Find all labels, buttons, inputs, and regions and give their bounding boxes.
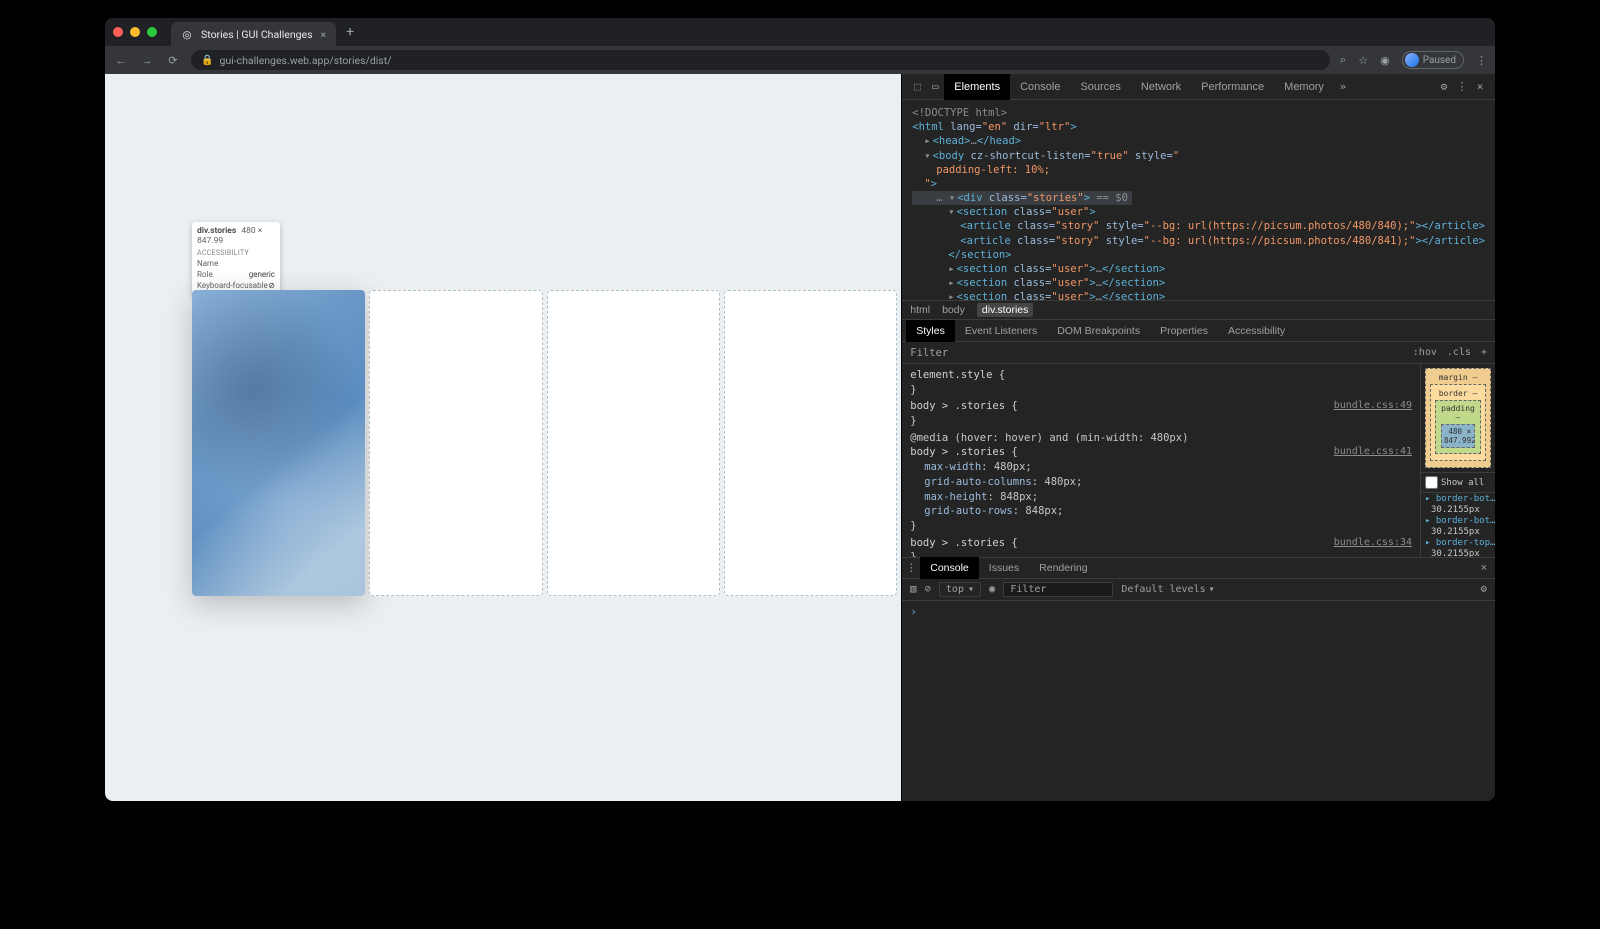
drawer-tabs: ⋮ Console Issues Rendering ×	[902, 557, 1495, 579]
computed-panel: margin – border – padding – 480 × 847.99…	[1420, 364, 1495, 557]
profile-status: Paused	[1423, 55, 1456, 66]
drawer-tab-console[interactable]: Console	[920, 557, 979, 579]
settings-icon[interactable]: ⚙	[1435, 80, 1453, 93]
forward-button[interactable]: →	[139, 54, 155, 67]
dom-breadcrumb: html body div.stories	[902, 300, 1495, 320]
clear-console-icon[interactable]: ⊘	[925, 583, 931, 595]
styles-body: element.style {}body > .stories {bundle.…	[902, 364, 1495, 557]
menu-icon[interactable]: ⋮	[1476, 54, 1487, 67]
close-drawer-icon[interactable]: ×	[1473, 562, 1495, 574]
console-prompt-icon: ›	[910, 605, 917, 618]
more-tabs-icon[interactable]: »	[1334, 80, 1352, 93]
dom-line: padding-left: 10%;	[936, 164, 1050, 176]
browser-tab[interactable]: ◎ Stories | GUI Challenges ×	[171, 22, 336, 46]
devtools-panel: ⬚ ▭ Elements Console Sources Network Per…	[902, 74, 1495, 801]
console-sidebar-toggle-icon[interactable]: ▥	[910, 583, 916, 595]
profile-chip[interactable]: Paused	[1402, 51, 1464, 69]
lock-icon: 🔒	[201, 55, 213, 66]
tab-title: Stories | GUI Challenges	[201, 28, 313, 41]
dom-line: <!DOCTYPE html>	[912, 106, 1485, 120]
tab-network[interactable]: Network	[1131, 74, 1191, 100]
drawer-menu-icon[interactable]: ⋮	[902, 557, 920, 579]
url-text: gui-challenges.web.app/stories/dist/	[219, 54, 391, 67]
page-viewport: div.stories 480 × 847.99 ACCESSIBILITY N…	[105, 74, 902, 801]
close-tab-icon[interactable]: ×	[321, 28, 327, 41]
new-tab-button[interactable]: +	[346, 24, 354, 40]
styles-filter-row: Filter :hov .cls +	[902, 342, 1495, 364]
hov-toggle[interactable]: :hov	[1413, 347, 1437, 358]
box-model[interactable]: margin – border – padding – 480 × 847.99…	[1421, 364, 1495, 472]
show-all-checkbox[interactable]	[1425, 476, 1438, 489]
ptab-styles[interactable]: Styles	[906, 320, 955, 342]
execution-context-select[interactable]: top▾	[939, 582, 981, 597]
styles-filter-input[interactable]: Filter	[910, 347, 1403, 359]
devtools-tabs: ⬚ ▭ Elements Console Sources Network Per…	[902, 74, 1495, 100]
favicon-icon: ◎	[181, 28, 193, 40]
tab-elements[interactable]: Elements	[944, 74, 1010, 100]
story-card[interactable]	[547, 290, 720, 596]
stories-container[interactable]	[192, 290, 897, 596]
tab-performance[interactable]: Performance	[1191, 74, 1274, 100]
breadcrumb-item[interactable]: div.stories	[977, 303, 1034, 317]
tooltip-selector: div.stories	[197, 226, 236, 236]
log-levels-select[interactable]: Default levels▾	[1121, 584, 1214, 595]
tab-bar: ◎ Stories | GUI Challenges × +	[105, 18, 1495, 46]
extension-icon[interactable]: ◉	[1380, 54, 1390, 67]
close-devtools-icon[interactable]: ×	[1471, 80, 1489, 93]
device-toggle-icon[interactable]: ▭	[926, 80, 944, 93]
story-card[interactable]	[192, 290, 365, 596]
ptab-properties[interactable]: Properties	[1150, 320, 1218, 342]
toolbar-right: ⌕ ☆ ◉ Paused ⋮	[1340, 51, 1487, 69]
story-card[interactable]	[369, 290, 542, 596]
dom-selected-line[interactable]: … ▾<div class="stories"> == $0	[912, 191, 1132, 205]
content-area: div.stories 480 × 847.99 ACCESSIBILITY N…	[105, 74, 1495, 801]
ptab-event-listeners[interactable]: Event Listeners	[955, 320, 1047, 342]
tab-sources[interactable]: Sources	[1070, 74, 1130, 100]
toolbar: ← → ⟳ 🔒 gui-challenges.web.app/stories/d…	[105, 46, 1495, 74]
inspect-tooltip: div.stories 480 × 847.99 ACCESSIBILITY N…	[192, 222, 280, 296]
cls-toggle[interactable]: .cls	[1447, 347, 1471, 358]
drawer-tab-rendering[interactable]: Rendering	[1029, 557, 1097, 579]
tooltip-role-value: generic	[249, 269, 275, 280]
window-controls	[113, 27, 157, 37]
minimize-window-button[interactable]	[130, 27, 140, 37]
address-bar[interactable]: 🔒 gui-challenges.web.app/stories/dist/	[191, 50, 1330, 70]
console-body[interactable]: ›	[902, 601, 1495, 802]
console-toolbar: ▥ ⊘ top▾ ◉ Filter Default levels▾ ⚙	[902, 579, 1495, 601]
styles-rules[interactable]: element.style {}body > .stories {bundle.…	[902, 364, 1420, 557]
live-expression-icon[interactable]: ◉	[989, 583, 995, 595]
menu-icon[interactable]: ⋮	[1453, 80, 1471, 93]
maximize-window-button[interactable]	[147, 27, 157, 37]
search-icon[interactable]: ⌕	[1340, 53, 1346, 67]
close-window-button[interactable]	[113, 27, 123, 37]
tooltip-name-label: Name	[197, 258, 218, 269]
bookmark-icon[interactable]: ☆	[1358, 54, 1368, 67]
element-picker-icon[interactable]: ⬚	[908, 80, 926, 93]
tab-memory[interactable]: Memory	[1274, 74, 1334, 100]
tab-console[interactable]: Console	[1010, 74, 1070, 100]
tooltip-section-label: ACCESSIBILITY	[197, 249, 275, 257]
ptab-accessibility[interactable]: Accessibility	[1218, 320, 1295, 342]
add-rule-button[interactable]: +	[1481, 347, 1487, 358]
breadcrumb-item[interactable]: body	[942, 304, 965, 316]
box-model-content: 480 × 847.992	[1441, 424, 1475, 448]
styles-panel-tabs: Styles Event Listeners DOM Breakpoints P…	[902, 320, 1495, 342]
avatar-icon	[1405, 53, 1419, 67]
back-button[interactable]: ←	[113, 54, 129, 67]
dom-tree[interactable]: <!DOCTYPE html> <html lang="en" dir="ltr…	[902, 100, 1495, 300]
show-all-toggle[interactable]: Show all	[1421, 472, 1495, 493]
tooltip-role-label: Role	[197, 269, 213, 280]
story-card[interactable]	[724, 290, 897, 596]
browser-window: ◎ Stories | GUI Challenges × + ← → ⟳ 🔒 g…	[105, 18, 1495, 801]
reload-button[interactable]: ⟳	[165, 54, 181, 67]
console-filter-input[interactable]: Filter	[1003, 582, 1113, 597]
breadcrumb-item[interactable]: html	[910, 304, 930, 316]
ptab-dom-breakpoints[interactable]: DOM Breakpoints	[1047, 320, 1150, 342]
console-settings-icon[interactable]: ⚙	[1481, 583, 1487, 595]
drawer-tab-issues[interactable]: Issues	[979, 557, 1029, 579]
